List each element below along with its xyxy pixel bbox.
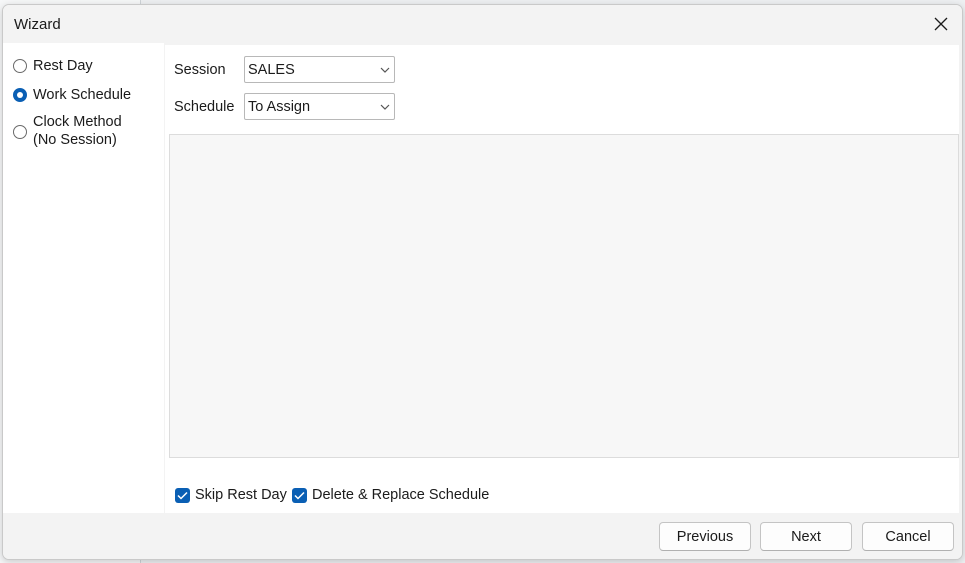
cancel-button[interactable]: Cancel bbox=[862, 522, 954, 551]
clock-method-radio[interactable] bbox=[13, 125, 27, 139]
wizard-dialog: Wizard Rest Day Work Schedule Clock Meth… bbox=[2, 4, 963, 560]
schedule-dropdown[interactable]: To Assign bbox=[244, 93, 395, 120]
previous-button[interactable]: Previous bbox=[659, 522, 751, 551]
option-work-schedule[interactable]: Work Schedule bbox=[13, 86, 131, 104]
schedule-value: To Assign bbox=[248, 98, 311, 115]
rest-day-radio[interactable] bbox=[13, 59, 27, 73]
title-bar: Wizard bbox=[3, 5, 962, 43]
close-icon bbox=[934, 17, 948, 31]
delete-replace-option[interactable]: Delete & Replace Schedule bbox=[292, 487, 489, 503]
clock-method-label: Clock Method (No Session) bbox=[33, 113, 122, 149]
skip-rest-day-option[interactable]: Skip Rest Day bbox=[175, 487, 287, 503]
mode-selector-pane: Rest Day Work Schedule Clock Method (No … bbox=[3, 43, 164, 513]
clock-method-label-line2: (No Session) bbox=[33, 132, 117, 148]
work-schedule-label: Work Schedule bbox=[33, 87, 132, 103]
session-value: SALES bbox=[248, 61, 295, 78]
schedule-label: Schedule bbox=[174, 99, 235, 115]
schedule-form-pane: Session SALES Schedule To Assign Skip Re… bbox=[165, 45, 959, 513]
session-label: Session bbox=[174, 62, 226, 78]
rest-day-label: Rest Day bbox=[33, 58, 93, 74]
checkmark-icon bbox=[294, 491, 305, 500]
close-button[interactable] bbox=[926, 9, 956, 39]
schedule-detail-panel bbox=[169, 134, 959, 458]
skip-rest-day-label: Skip Rest Day bbox=[195, 487, 287, 503]
option-clock-method[interactable]: Clock Method (No Session) bbox=[13, 113, 122, 149]
clock-method-label-line1: Clock Method bbox=[33, 114, 122, 130]
work-schedule-radio[interactable] bbox=[13, 88, 27, 102]
session-dropdown[interactable]: SALES bbox=[244, 56, 395, 83]
chevron-down-icon bbox=[376, 94, 394, 119]
checkmark-icon bbox=[177, 491, 188, 500]
dialog-title: Wizard bbox=[14, 16, 61, 33]
delete-replace-checkbox[interactable] bbox=[292, 487, 307, 503]
delete-replace-label: Delete & Replace Schedule bbox=[312, 487, 490, 503]
option-rest-day[interactable]: Rest Day bbox=[13, 57, 93, 75]
skip-rest-day-checkbox[interactable] bbox=[175, 487, 190, 503]
next-button[interactable]: Next bbox=[760, 522, 852, 551]
button-bar: Previous Next Cancel bbox=[3, 513, 962, 559]
chevron-down-icon bbox=[376, 57, 394, 82]
